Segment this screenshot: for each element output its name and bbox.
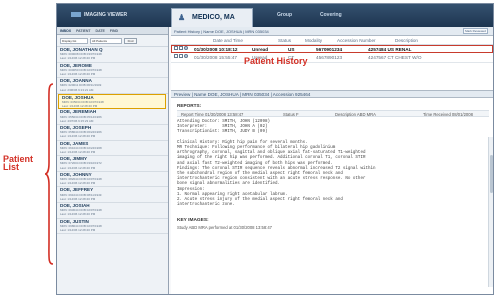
report-meta-row: Report Time 01/30/2008 13:58:47 Status F…: [177, 110, 489, 117]
patient-meta: Last: 1/14/06 12:28:40 PM: [60, 196, 96, 201]
patient-meta: Last: 1/14/06 12:28:40 PM: [60, 149, 96, 154]
history-table-header: Date and Time Status Modality Accession …: [171, 36, 493, 45]
col-status[interactable]: Status: [278, 38, 291, 43]
history-header-text: Patient History | Name DOE, JOSHUA | MRN…: [174, 29, 269, 34]
tab-date[interactable]: DATE: [96, 29, 105, 34]
patient-icon: ♟: [178, 13, 186, 22]
list-item[interactable]: DOE, JEFFREY MRN: 091044 DOB 08/11/1949 La…: [57, 187, 168, 203]
list-item[interactable]: DOE, JUSTIN MRN: 098044 DOB 02/07/1948 Las…: [57, 219, 168, 235]
patient-meta: Last: 1/14/06 12:28:40 PM: [60, 165, 96, 170]
tab-patient-label: MEDICO, MA: [192, 14, 235, 21]
group-button[interactable]: Group: [277, 12, 292, 18]
list-item[interactable]: DOE, JOSIAH MRN: 093044 DOB 02/07/1948 Las…: [57, 203, 168, 219]
patient-list-tabs: INBOX PATIENT DATE FIND: [57, 27, 168, 35]
row-status: Unread: [252, 46, 269, 52]
app-window: IMAGING VIEWER ♟ MEDICO, MA Group Coverin…: [56, 3, 494, 295]
checkbox-icon[interactable]: [174, 46, 178, 50]
patient-filter-input[interactable]: All Patients: [90, 37, 122, 44]
covering-button[interactable]: Covering: [320, 12, 342, 18]
person-icon: [184, 46, 188, 50]
patient-history-header: Patient History | Name DOE, JOSHUA | MRN…: [171, 27, 493, 36]
col-accession[interactable]: Accession Number: [337, 38, 376, 43]
list-item[interactable]: DOE, JOHNNY MRN: 082044 DOB 02/07/1948 Las…: [57, 172, 168, 188]
top-bar: IMAGING VIEWER ♟ MEDICO, MA Group Coverin…: [57, 4, 493, 27]
history-empty-area: [171, 62, 493, 86]
key-images-text: Study ABD MRA performed at 01/30/2008 13…: [177, 225, 272, 231]
patient-search-bar: Display list All Patients Find: [57, 35, 168, 47]
report-panel: REPORTS: Report Time 01/30/2008 13:58:47…: [171, 98, 493, 294]
key-images-title: KEY IMAGES:: [177, 218, 209, 224]
selected-list-item[interactable]: DOE, JOSHUA MRN: 035034 DOB 02/07/1948 Las…: [58, 93, 166, 110]
preview-header: Preview | Name DOE, JOSHUA | MRN 035034 …: [171, 90, 493, 98]
scroll-thumb[interactable]: [490, 155, 493, 193]
row-date: 01/30/2008 10:18:12: [194, 46, 238, 52]
col-description[interactable]: Description: [395, 38, 418, 43]
row-modality: US: [288, 46, 295, 52]
report-time-received: Time Received 08/01/2008: [423, 112, 473, 117]
patient-list: DOE, JONATHAN Q MRN: 000008 DOB 03/07/194…: [57, 47, 168, 235]
app-logo: IMAGING VIEWER: [71, 12, 127, 18]
row-icons: [174, 54, 188, 58]
list-item[interactable]: DOE, JAMES MRN: 061044 DOB 02/24/1968 Last…: [57, 141, 168, 157]
col-date[interactable]: Date and Time: [213, 38, 243, 43]
patient-history-callout: Patient History: [244, 56, 308, 66]
list-item[interactable]: DOE, JIMMY MRN: 072004 DOB 03/10/1972 Last…: [57, 156, 168, 172]
report-scrollbar[interactable]: [488, 137, 493, 287]
tab-find[interactable]: FIND: [110, 29, 118, 34]
tab-inbox[interactable]: INBOX: [60, 29, 71, 34]
app-logo-text: IMAGING VIEWER: [84, 12, 128, 18]
checkbox-icon[interactable]: [174, 54, 178, 58]
patient-meta: Last: 1/14/06 12:28:40 PM: [60, 72, 96, 76]
report-status: Status F: [283, 112, 299, 117]
list-item[interactable]: DOE, JEREMIAH MRN: 055034 DOB 05/14/1966 L…: [57, 109, 168, 125]
patient-meta: Last: 1/14/06 12:28:40 PM: [60, 181, 96, 186]
report-time: Report Time 01/30/2008 13:58:47: [181, 112, 244, 117]
patient-meta: Last: 1/14/06 12:28:40 PM: [60, 212, 96, 217]
row-accession: 5670901234: [316, 46, 343, 52]
document-icon: [179, 46, 183, 50]
patient-list-callout: Patient List: [3, 154, 34, 172]
brace-icon: [44, 83, 54, 265]
row-date: 01/30/2008 15:55:47: [194, 54, 238, 60]
patient-meta: Last: 1/14/06 12:28:40 PM: [60, 134, 96, 139]
list-item[interactable]: DOE, JEROME MRN: 000050 DOB 02/07/1948 Las…: [57, 63, 168, 79]
logo-mark-icon: [71, 12, 81, 18]
row-icons: [174, 46, 188, 50]
list-item[interactable]: DOE, JOANNA MRN: 020011 DOB 08/11/1949 Las…: [57, 78, 168, 94]
display-select[interactable]: Display list: [60, 37, 88, 44]
find-button[interactable]: Find: [124, 37, 137, 44]
patient-meta: Last: 4/07/06 9:15:23 AM: [60, 118, 94, 123]
reports-title: REPORTS:: [177, 103, 202, 108]
col-modality[interactable]: Modality: [305, 38, 322, 43]
table-row[interactable]: 01/30/2008 10:18:12 Unread US 5670901234…: [171, 45, 493, 53]
list-item[interactable]: DOE, JONATHAN Q MRN: 000008 DOB 03/07/194…: [57, 47, 168, 63]
patient-meta: Last: 1/14/06 12:28:40 PM: [62, 104, 98, 109]
mark-reviewed-button[interactable]: Mark Reviewed: [463, 28, 488, 34]
row-description: 4247567 CT CHEST W/O: [368, 54, 422, 60]
report-body: Attending Doctor: SMITH, JOHN (12098) In…: [177, 120, 376, 208]
list-item[interactable]: DOE, JOSEPH MRN: 058044 DOB 06/24/1966 Las…: [57, 125, 168, 141]
report-description: Description ABD MRA: [335, 112, 376, 117]
table-row[interactable]: 01/30/2008 15:55:47 Unread CT 4567890123…: [171, 53, 493, 61]
patient-meta: Last: 2/06/06 9:13:21 AM: [60, 87, 94, 92]
patient-meta: Last: 1/14/06 12:28:40 PM: [60, 227, 96, 232]
patient-meta: Last: 1/14/06 12:28:40 PM: [60, 56, 96, 61]
row-accession: 4567890123: [316, 54, 343, 60]
patient-list-panel: INBOX PATIENT DATE FIND Display list All…: [57, 27, 169, 294]
document-icon: [179, 54, 183, 58]
person-icon: [184, 54, 188, 58]
tab-patient-search[interactable]: PATIENT: [76, 29, 90, 34]
main-panel: Patient History | Name DOE, JOSHUA | MRN…: [171, 27, 493, 294]
tab-patient[interactable]: ♟ MEDICO, MA: [171, 8, 253, 27]
row-description: 4257484 US RENAL: [368, 46, 412, 52]
